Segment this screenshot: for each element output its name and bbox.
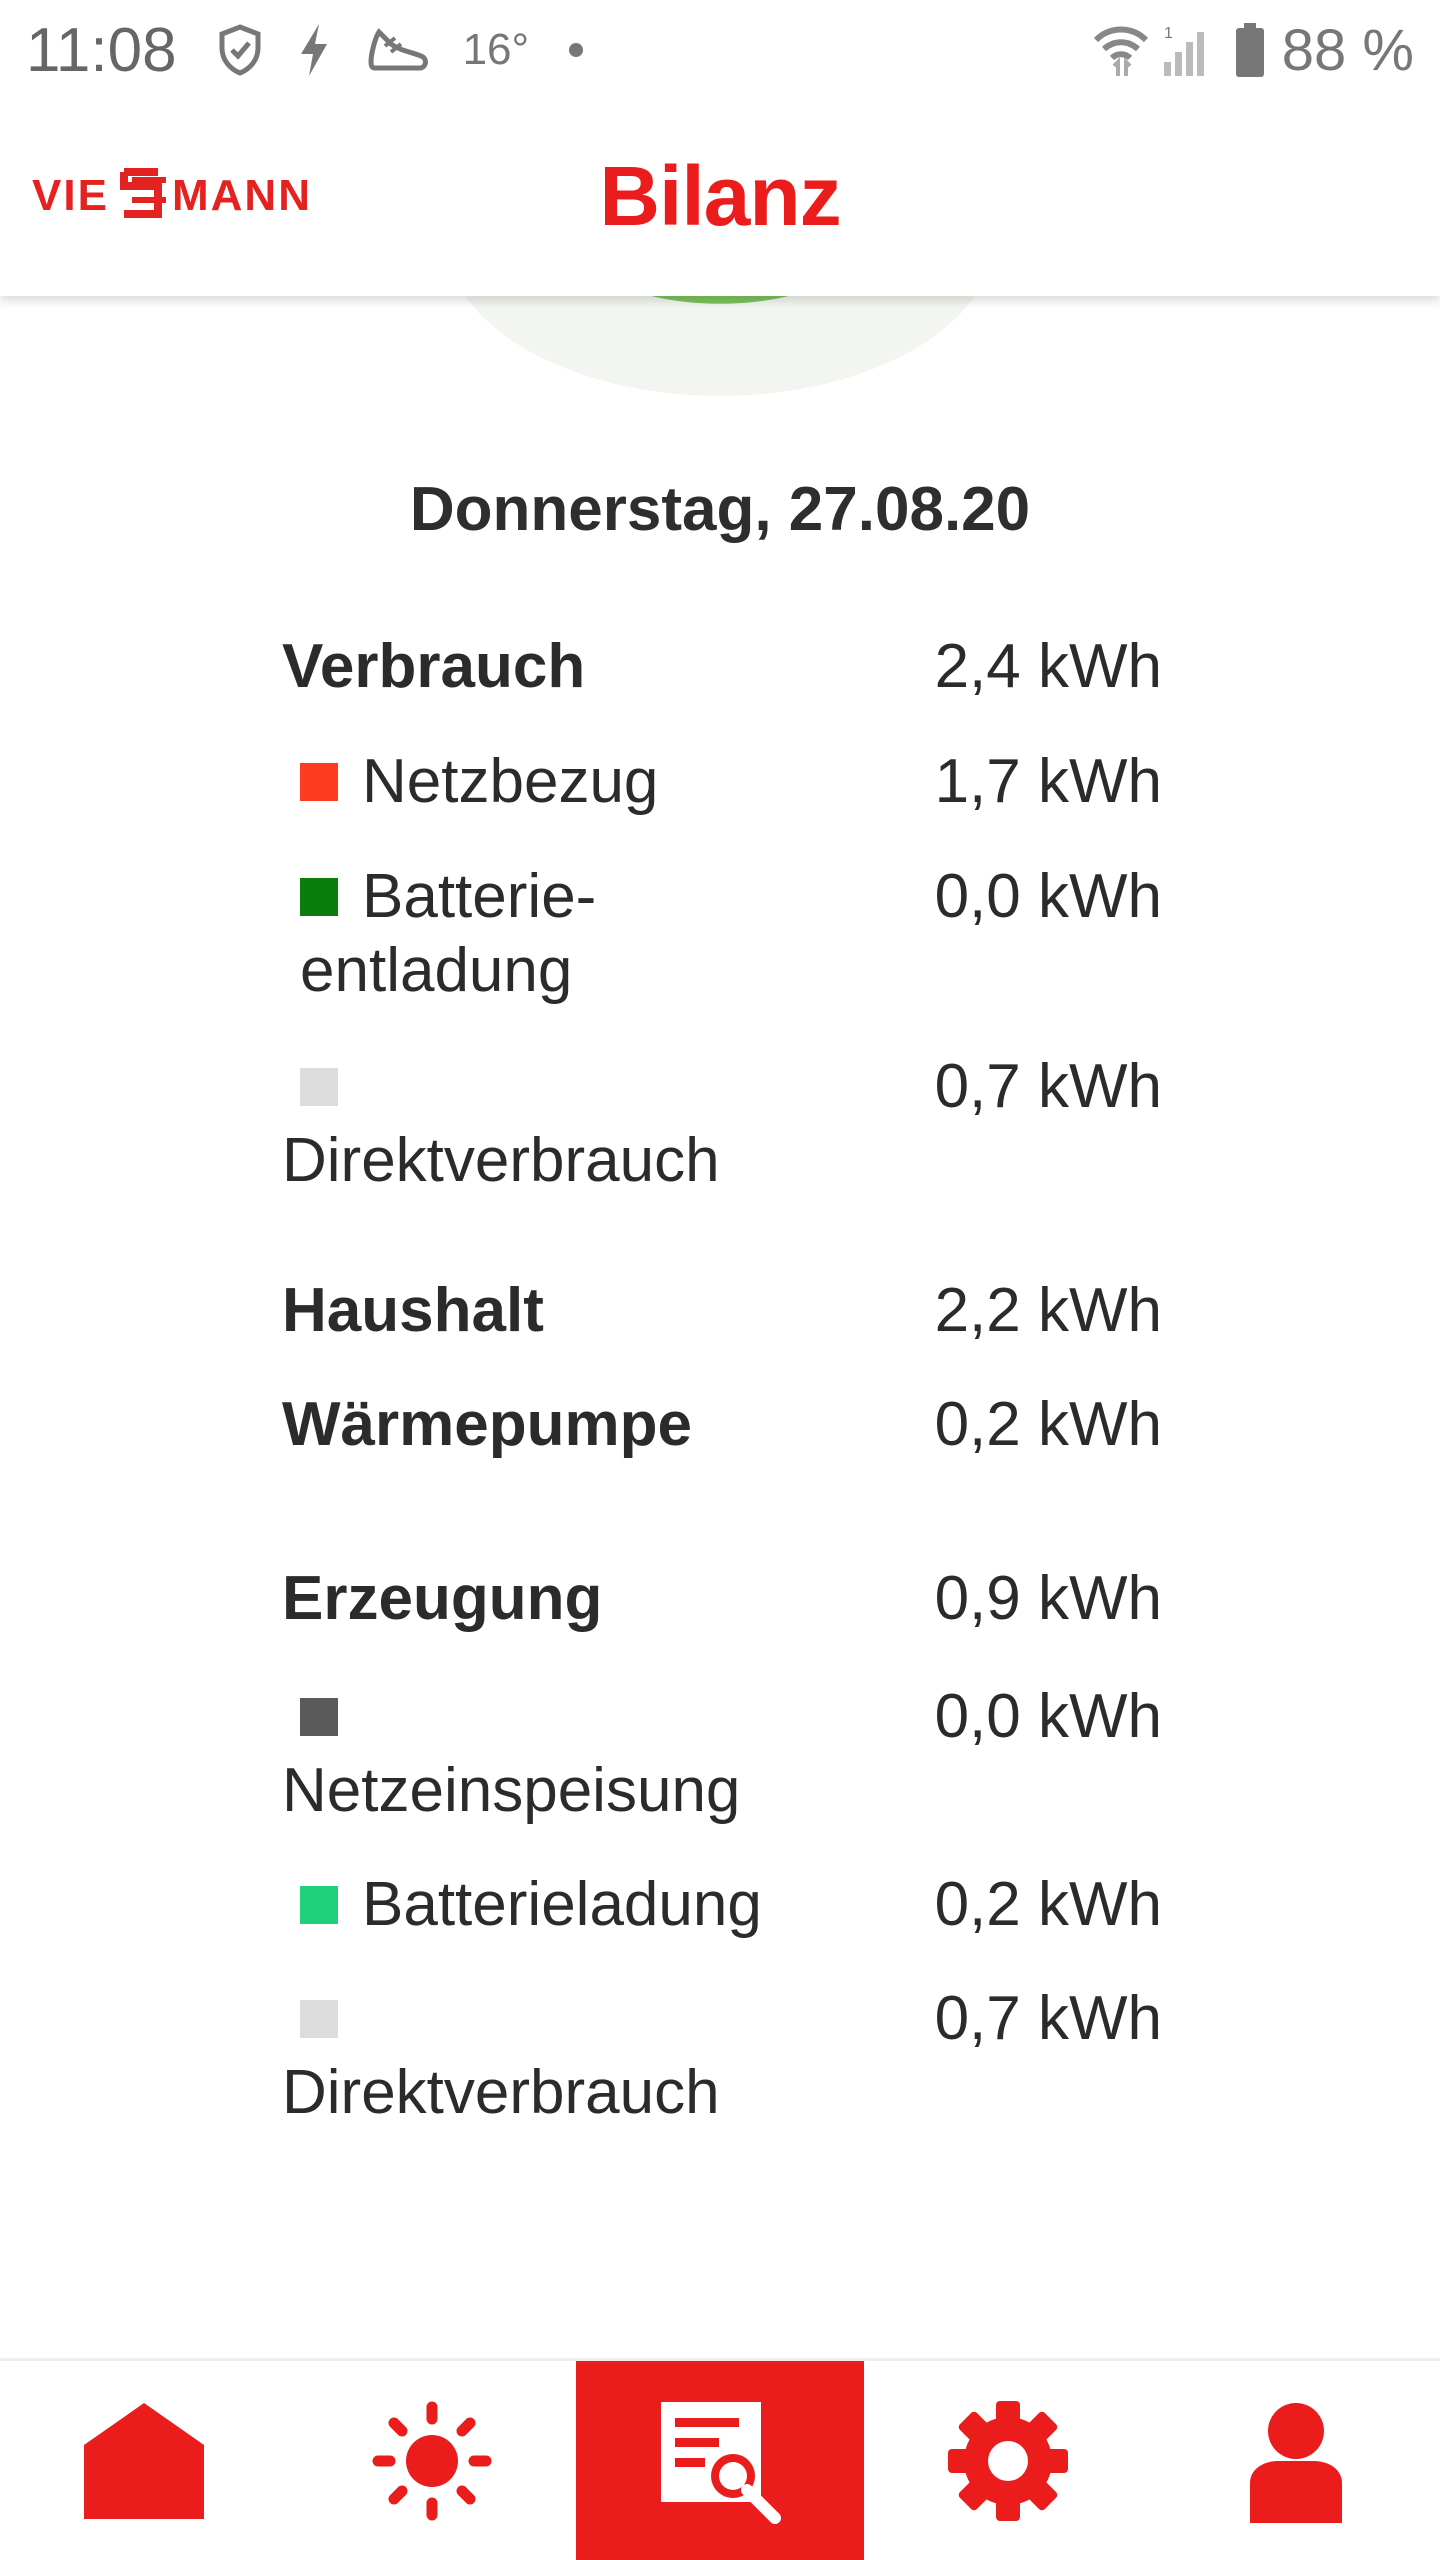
shield-icon	[217, 24, 263, 76]
battery-charge-swatch	[300, 1885, 338, 1924]
household-label: Haushalt	[282, 1276, 544, 1345]
grid-feed-swatch	[300, 1697, 338, 1736]
dot-icon	[569, 43, 584, 57]
nav-settings[interactable]	[864, 2361, 1152, 2560]
heatpump-value: 0,2 kWh	[934, 1390, 1162, 1459]
app-header: VIE MANN Bilanz	[0, 100, 1440, 296]
household-value: 2,2 kWh	[934, 1276, 1162, 1345]
production-direct-swatch	[300, 1999, 338, 2038]
production-title: Erzeugung	[282, 1564, 603, 1633]
nav-sun[interactable]	[288, 2361, 576, 2560]
grid-feed-value: 0,0 kWh	[934, 1682, 1162, 1751]
home-icon	[84, 2402, 204, 2519]
production-direct-value: 0,7 kWh	[934, 1984, 1162, 2053]
grid-feed-label: Netzeinspeisung	[282, 1756, 741, 1825]
direct-consumption-value: 0,7 kWh	[934, 1052, 1162, 1121]
date-heading: Donnerstag, 27.08.20	[409, 475, 1031, 544]
netzbezug-label: Netzbezug	[362, 747, 659, 816]
battery-charge-value: 0,2 kWh	[934, 1870, 1162, 1939]
production-total-value: 0,9 kWh	[934, 1564, 1162, 1633]
netzbezug-swatch	[300, 762, 338, 801]
wifi-icon	[1092, 22, 1150, 78]
consumption-title: Verbrauch	[282, 632, 586, 701]
battery-discharge-value: 0,0 kWh	[934, 862, 1162, 931]
gear-icon	[948, 2400, 1068, 2521]
battery-discharge-swatch	[300, 877, 338, 916]
nav-profile[interactable]	[1152, 2361, 1440, 2560]
consumption-total-value: 2,4 kWh	[934, 632, 1162, 701]
battery-discharge-label-2: entladung	[300, 936, 573, 1005]
direct-consumption-swatch	[300, 1067, 338, 1106]
report-search-icon	[661, 2401, 781, 2524]
svg-text:1: 1	[1164, 25, 1173, 42]
production-direct-label: Direktverbrauch	[282, 2058, 720, 2127]
nav-home[interactable]	[0, 2361, 288, 2560]
battery-charge-label: Batterieladung	[362, 1870, 762, 1939]
status-bar: 11:08 16° 1 88 %	[0, 0, 1440, 100]
status-temperature: 16°	[462, 25, 530, 74]
netzbezug-value: 1,7 kWh	[934, 747, 1162, 816]
bolt-icon	[297, 22, 331, 78]
page-title: Bilanz	[599, 149, 841, 243]
battery-discharge-label-1: Batterie-	[362, 862, 597, 931]
sun-icon	[372, 2401, 492, 2520]
heatpump-label: Wärmepumpe	[282, 1390, 692, 1459]
shoe-icon	[365, 26, 429, 74]
status-time: 11:08	[26, 15, 177, 85]
signal-icon: 1	[1160, 22, 1210, 78]
battery-icon	[1234, 21, 1266, 79]
nav-report[interactable]	[576, 2361, 864, 2560]
gauge-remnant	[0, 296, 1440, 416]
direct-consumption-label: Direktverbrauch	[282, 1126, 720, 1195]
battery-level: 88 %	[1281, 17, 1414, 83]
user-icon	[1250, 2402, 1342, 2523]
bottom-navigation	[0, 2358, 1440, 2560]
